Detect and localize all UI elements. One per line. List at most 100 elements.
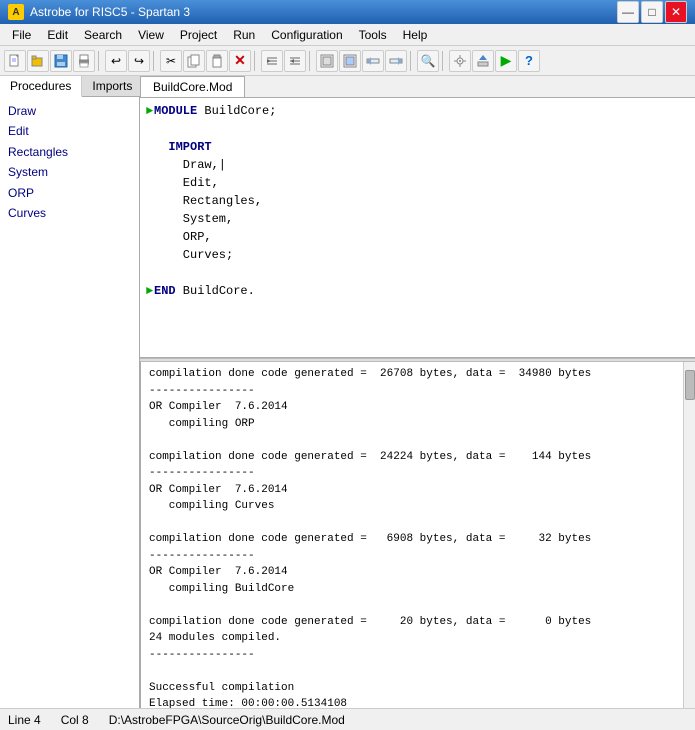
close-button[interactable]: ✕ bbox=[665, 1, 687, 23]
line-marker-1: ► bbox=[146, 102, 154, 120]
menu-configuration[interactable]: Configuration bbox=[263, 26, 350, 44]
output-line-16: compilation done code generated = 20 byt… bbox=[149, 614, 675, 631]
toolbar-sep-3 bbox=[254, 51, 258, 71]
right-area: BuildCore.Mod ► MODULE BuildCore; IMPORT… bbox=[140, 76, 695, 708]
block3-button[interactable] bbox=[362, 50, 384, 72]
block4-button[interactable] bbox=[385, 50, 407, 72]
block2-button[interactable] bbox=[339, 50, 361, 72]
code-line-6: Rectangles, bbox=[146, 192, 689, 210]
tab-imports[interactable]: Imports bbox=[82, 76, 143, 96]
help-button[interactable]: ? bbox=[518, 50, 540, 72]
toolbar: ↩ ↪ ✂ ✕ 🔍 ▶ ? bbox=[0, 46, 695, 76]
scroll-thumb[interactable] bbox=[685, 370, 695, 400]
code-line-7: System, bbox=[146, 210, 689, 228]
new-button[interactable] bbox=[4, 50, 26, 72]
menu-search[interactable]: Search bbox=[76, 26, 130, 44]
line-marker-11: ► bbox=[146, 282, 154, 300]
output-line-5 bbox=[149, 432, 675, 449]
app-icon: A bbox=[8, 4, 24, 20]
code-line-10 bbox=[146, 264, 689, 282]
unindent-button[interactable] bbox=[284, 50, 306, 72]
editor-pane[interactable]: ► MODULE BuildCore; IMPORT Draw,| Edit, … bbox=[140, 98, 695, 358]
output-line-11: compilation done code generated = 6908 b… bbox=[149, 531, 675, 548]
maximize-button[interactable]: □ bbox=[641, 1, 663, 23]
code-line-1: ► MODULE BuildCore; bbox=[146, 102, 689, 120]
menu-project[interactable]: Project bbox=[172, 26, 225, 44]
code-line-5: Edit, bbox=[146, 174, 689, 192]
code-line-4: Draw,| bbox=[146, 156, 689, 174]
upload-button[interactable] bbox=[472, 50, 494, 72]
toolbar-sep-1 bbox=[98, 51, 102, 71]
output-pane[interactable]: compilation done code generated = 26708 … bbox=[140, 362, 683, 708]
sidebar-tabs: Procedures Imports bbox=[0, 76, 139, 97]
config-button[interactable] bbox=[449, 50, 471, 72]
toolbar-sep-2 bbox=[153, 51, 157, 71]
redo-button[interactable]: ↪ bbox=[128, 50, 150, 72]
output-line-21: Elapsed time: 00:00:00.5134108 bbox=[149, 696, 675, 708]
title-bar-left: A Astrobe for RISC5 - Spartan 3 bbox=[8, 4, 190, 20]
save-button[interactable] bbox=[50, 50, 72, 72]
sidebar: Procedures Imports Draw Edit Rectangles … bbox=[0, 76, 140, 708]
output-line-19 bbox=[149, 663, 675, 680]
output-line-15 bbox=[149, 597, 675, 614]
output-line-10 bbox=[149, 515, 675, 532]
tab-procedures[interactable]: Procedures bbox=[0, 76, 82, 97]
output-line-3: OR Compiler 7.6.2014 bbox=[149, 399, 675, 416]
menu-bar: File Edit Search View Project Run Config… bbox=[0, 24, 695, 46]
output-line-7: ---------------- bbox=[149, 465, 675, 482]
sidebar-item-orp[interactable]: ORP bbox=[6, 183, 133, 203]
menu-help[interactable]: Help bbox=[395, 26, 436, 44]
menu-tools[interactable]: Tools bbox=[351, 26, 395, 44]
output-line-14: compiling BuildCore bbox=[149, 581, 675, 598]
output-line-13: OR Compiler 7.6.2014 bbox=[149, 564, 675, 581]
output-line-18: ---------------- bbox=[149, 647, 675, 664]
code-line-8: ORP, bbox=[146, 228, 689, 246]
status-bar: Line 4 Col 8 D:\AstrobeFPGA\SourceOrig\B… bbox=[0, 708, 695, 730]
output-line-20: Successful compilation bbox=[149, 680, 675, 697]
print-button[interactable] bbox=[73, 50, 95, 72]
sidebar-procedures-list: Draw Edit Rectangles System ORP Curves bbox=[0, 97, 139, 227]
title-controls: — □ ✕ bbox=[617, 1, 687, 23]
code-line-9: Curves; bbox=[146, 246, 689, 264]
editor-tab-buildcore[interactable]: BuildCore.Mod bbox=[140, 76, 245, 97]
code-line-3: IMPORT bbox=[146, 138, 689, 156]
sidebar-item-rectangles[interactable]: Rectangles bbox=[6, 142, 133, 162]
run-button[interactable]: ▶ bbox=[495, 50, 517, 72]
window-title: Astrobe for RISC5 - Spartan 3 bbox=[30, 5, 190, 19]
sidebar-item-curves[interactable]: Curves bbox=[6, 203, 133, 223]
toolbar-sep-4 bbox=[309, 51, 313, 71]
output-line-8: OR Compiler 7.6.2014 bbox=[149, 482, 675, 499]
minimize-button[interactable]: — bbox=[617, 1, 639, 23]
block1-button[interactable] bbox=[316, 50, 338, 72]
open-button[interactable] bbox=[27, 50, 49, 72]
output-line-1: compilation done code generated = 26708 … bbox=[149, 366, 675, 383]
output-scroll: compilation done code generated = 26708 … bbox=[140, 362, 695, 708]
menu-edit[interactable]: Edit bbox=[39, 26, 76, 44]
status-path: D:\AstrobeFPGA\SourceOrig\BuildCore.Mod bbox=[109, 713, 345, 727]
sidebar-item-system[interactable]: System bbox=[6, 162, 133, 182]
output-line-9: compiling Curves bbox=[149, 498, 675, 515]
main-area: Procedures Imports Draw Edit Rectangles … bbox=[0, 76, 695, 708]
toolbar-sep-6 bbox=[442, 51, 446, 71]
indent-button[interactable] bbox=[261, 50, 283, 72]
code-line-11: ► END BuildCore. bbox=[146, 282, 689, 300]
sidebar-item-edit[interactable]: Edit bbox=[6, 121, 133, 141]
menu-view[interactable]: View bbox=[130, 26, 172, 44]
search-button[interactable]: 🔍 bbox=[417, 50, 439, 72]
title-bar: A Astrobe for RISC5 - Spartan 3 — □ ✕ bbox=[0, 0, 695, 24]
cut-button[interactable]: ✂ bbox=[160, 50, 182, 72]
output-line-6: compilation done code generated = 24224 … bbox=[149, 449, 675, 466]
output-line-12: ---------------- bbox=[149, 548, 675, 565]
undo-button[interactable]: ↩ bbox=[105, 50, 127, 72]
code-line-2 bbox=[146, 120, 689, 138]
toolbar-sep-5 bbox=[410, 51, 414, 71]
delete-button[interactable]: ✕ bbox=[229, 50, 251, 72]
status-line: Line 4 bbox=[8, 713, 41, 727]
menu-file[interactable]: File bbox=[4, 26, 39, 44]
menu-run[interactable]: Run bbox=[225, 26, 263, 44]
sidebar-item-draw[interactable]: Draw bbox=[6, 101, 133, 121]
output-line-4: compiling ORP bbox=[149, 416, 675, 433]
copy-button[interactable] bbox=[183, 50, 205, 72]
paste-button[interactable] bbox=[206, 50, 228, 72]
output-scrollbar[interactable] bbox=[683, 362, 695, 708]
